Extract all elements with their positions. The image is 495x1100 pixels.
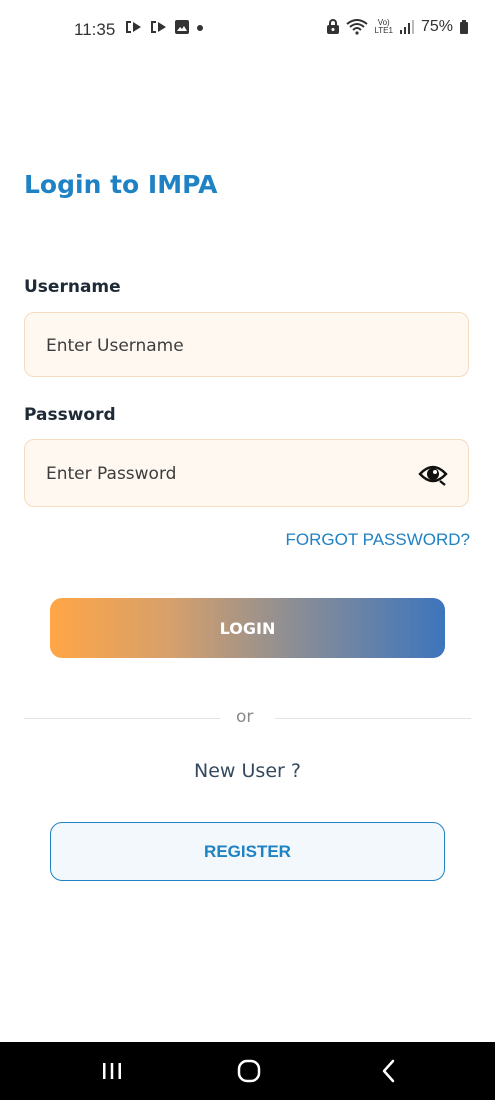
forgot-password-link[interactable]: FORGOT PASSWORD? (285, 530, 470, 550)
page-title: Login to IMPA (24, 170, 218, 199)
divider-line-left (24, 718, 220, 719)
divider-line-right (275, 718, 471, 719)
password-field-container (24, 439, 469, 508)
navigation-bar (0, 1042, 495, 1100)
register-button[interactable]: REGISTER (50, 822, 445, 881)
signal-icon (399, 19, 415, 35)
volte-icon: Vo) LTE1 (374, 19, 393, 35)
eye-icon[interactable] (418, 461, 448, 487)
battery-percent: 75% (420, 18, 453, 35)
gallery-icon (174, 19, 190, 35)
lock-icon (326, 19, 340, 35)
wifi-icon (346, 19, 369, 35)
back-icon[interactable] (374, 1056, 404, 1086)
notification-icons (124, 19, 205, 35)
system-icons: Vo) LTE1 75% (326, 18, 469, 36)
lte-label: LTE1 (374, 26, 393, 35)
new-user-text: New User ? (194, 760, 301, 782)
notification-icon (149, 19, 169, 35)
divider-text: or (236, 707, 254, 727)
password-input[interactable] (44, 440, 428, 508)
username-input[interactable] (44, 313, 428, 378)
dot-icon (195, 19, 205, 35)
login-button[interactable]: LOGIN (50, 598, 445, 658)
notification-icon (124, 19, 144, 35)
password-label: Password (24, 405, 116, 425)
username-field-container (24, 312, 469, 378)
username-label: Username (24, 277, 121, 297)
status-bar: 11:35 Vo) LTE1 75% (0, 0, 495, 62)
home-icon[interactable] (234, 1056, 264, 1086)
recents-icon[interactable] (97, 1056, 127, 1086)
status-time: 11:35 (74, 20, 116, 39)
battery-icon (459, 19, 469, 35)
